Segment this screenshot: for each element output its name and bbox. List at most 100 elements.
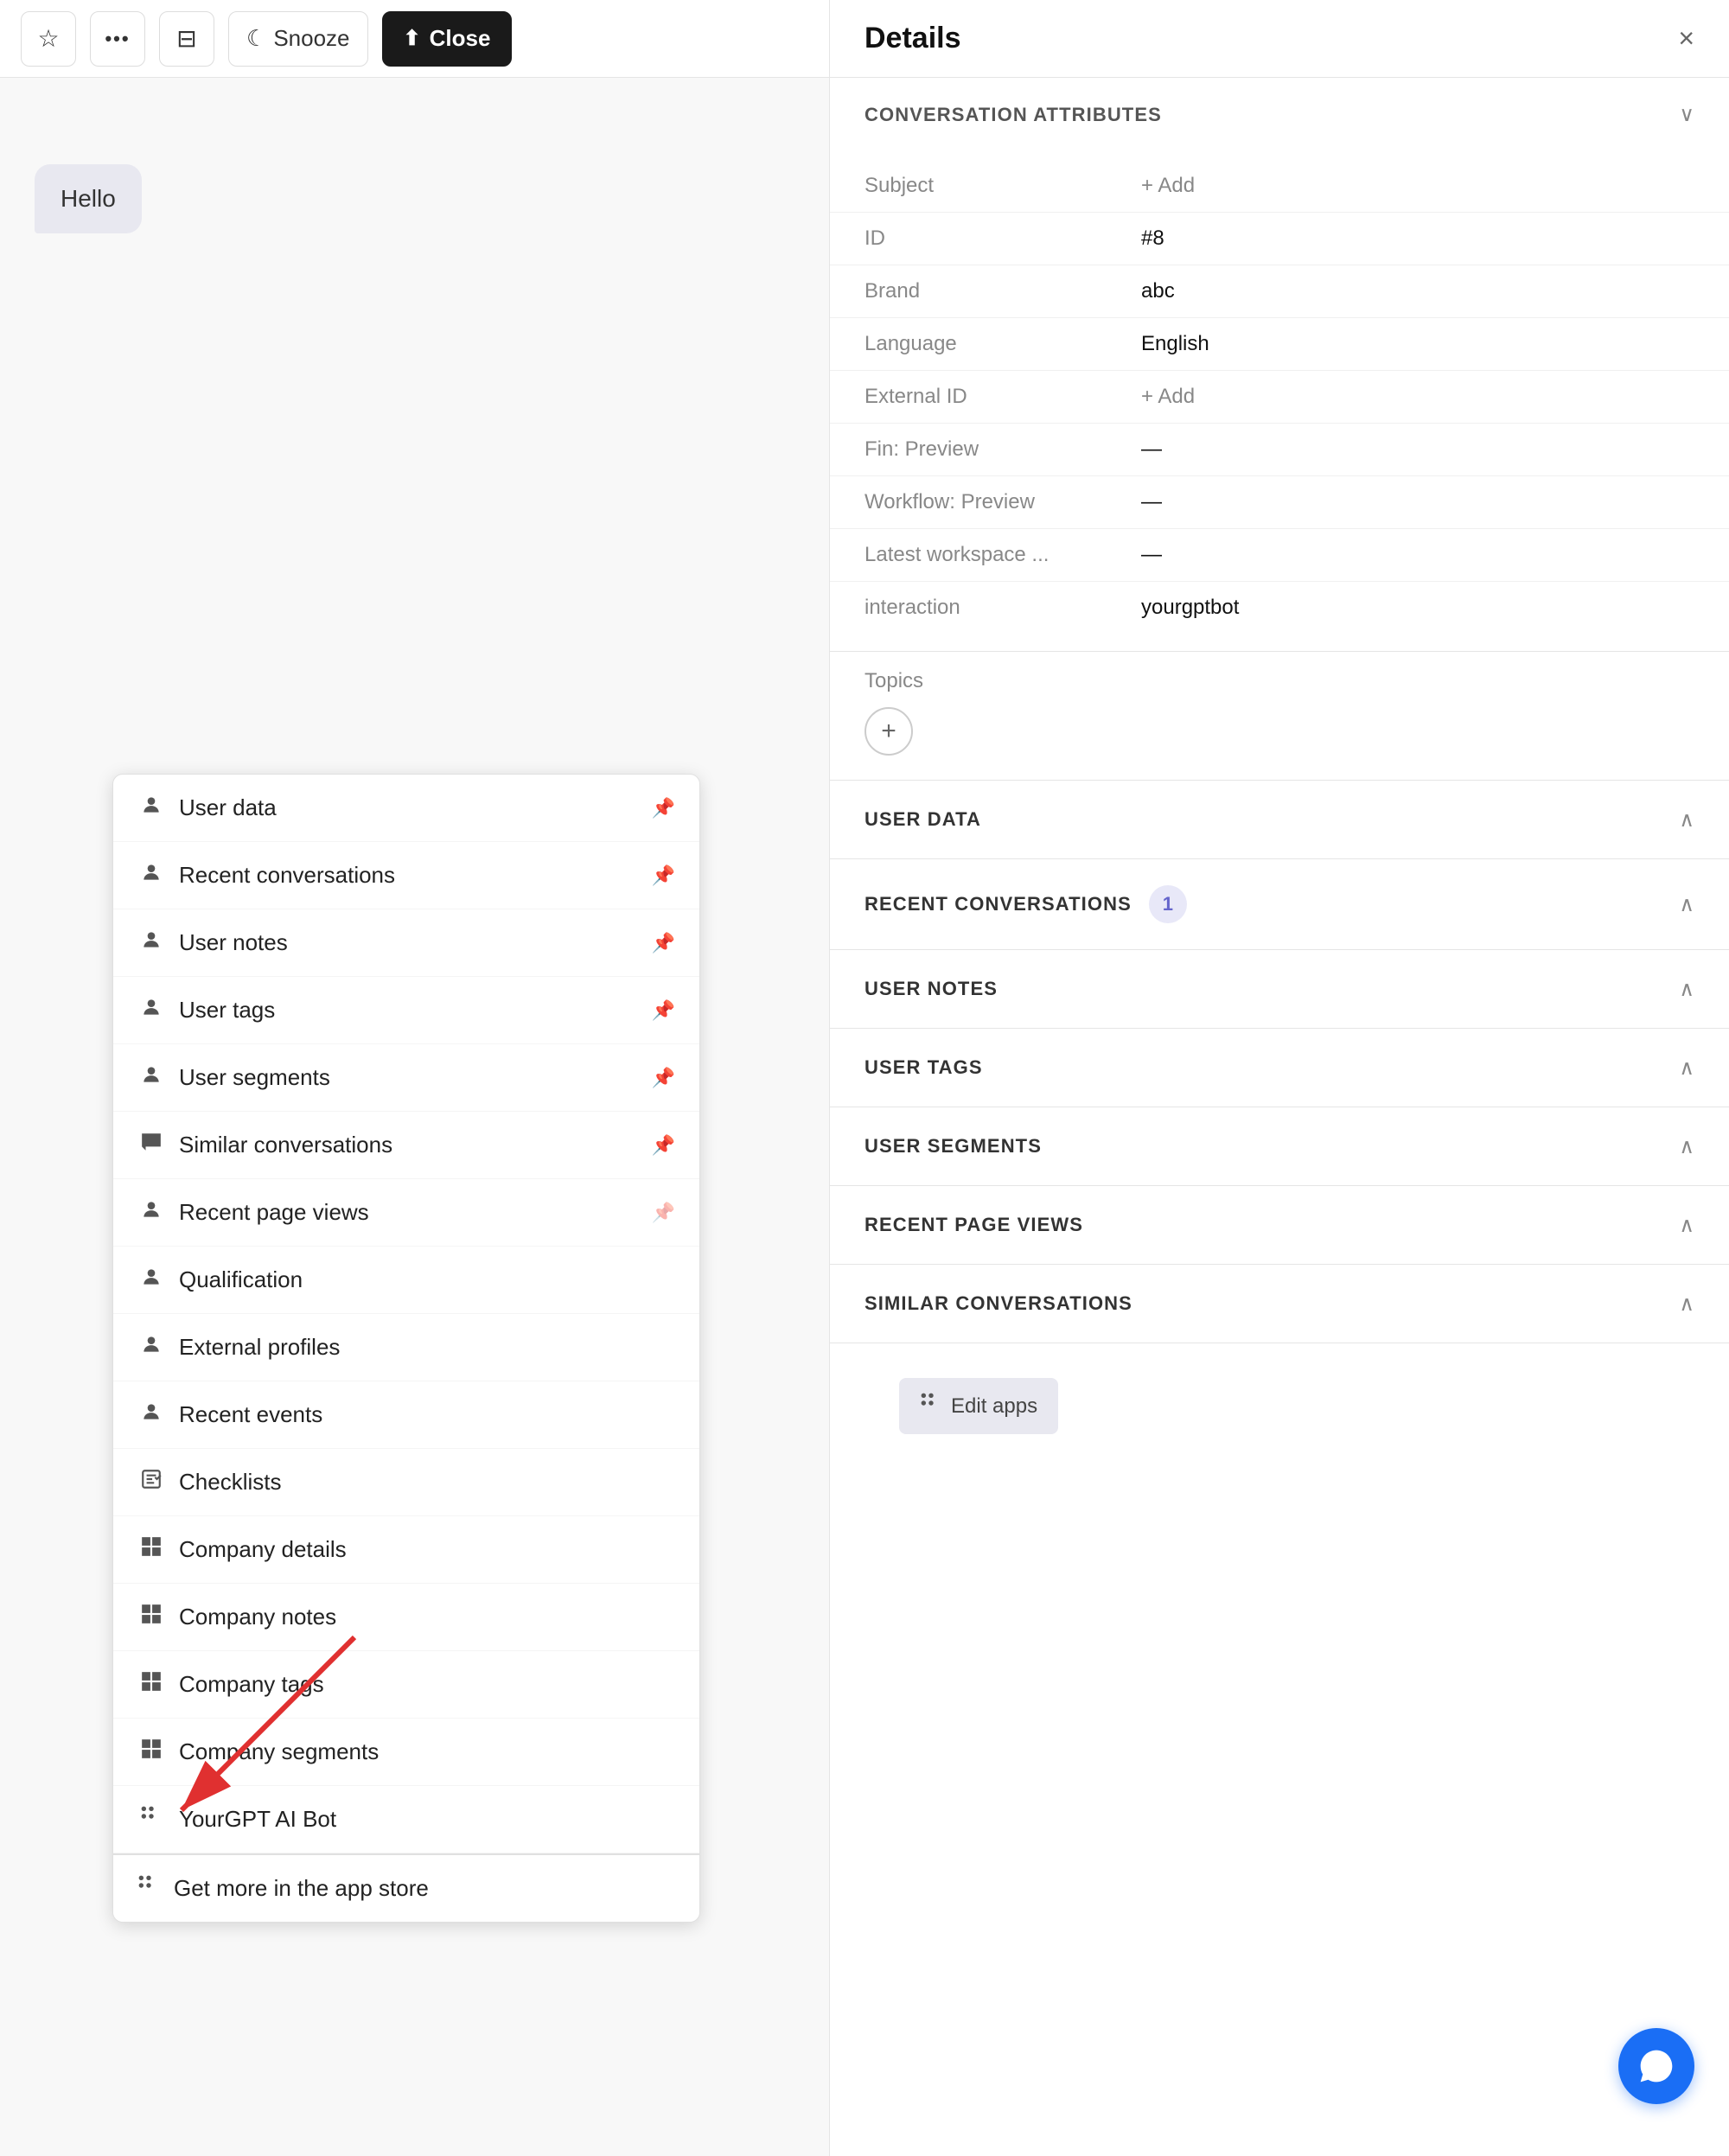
details-title: Details bbox=[864, 22, 961, 55]
close-button[interactable]: ⬆ Close bbox=[382, 11, 513, 67]
person-icon bbox=[137, 794, 165, 822]
attribute-label: Fin: Preview bbox=[864, 437, 1141, 462]
user-segments-header[interactable]: USER SEGMENTS ∧ bbox=[830, 1107, 1729, 1185]
toolbar: ☆ ••• ⊟ ☾ Snooze ⬆ Close bbox=[0, 0, 829, 78]
person-icon bbox=[137, 928, 165, 957]
attribute-label: ID bbox=[864, 226, 1141, 251]
list-item[interactable]: User data 📌 bbox=[113, 775, 699, 842]
chevron-up-icon: ∧ bbox=[1679, 977, 1694, 1002]
person-icon bbox=[137, 996, 165, 1024]
user-notes-header[interactable]: USER NOTES ∧ bbox=[830, 950, 1729, 1028]
chevron-down-icon: ∨ bbox=[1679, 102, 1694, 127]
pin-icon: 📌 bbox=[652, 932, 675, 954]
user-segments-section: USER SEGMENTS ∧ bbox=[830, 1107, 1729, 1186]
list-item[interactable]: Company segments bbox=[113, 1719, 699, 1786]
recent-page-views-header[interactable]: RECENT PAGE VIEWS ∧ bbox=[830, 1186, 1729, 1264]
pin-icon: 📌 bbox=[652, 1202, 675, 1224]
attribute-label: Workflow: Preview bbox=[864, 490, 1141, 514]
pin-icon: 📌 bbox=[652, 864, 675, 887]
chat-text: Hello bbox=[61, 185, 116, 212]
snooze-icon: ☾ bbox=[246, 25, 266, 52]
dots-icon bbox=[137, 1805, 165, 1834]
list-item[interactable]: External profiles bbox=[113, 1314, 699, 1381]
list-item[interactable]: Company notes bbox=[113, 1584, 699, 1651]
similar-conversations-header[interactable]: SIMILAR CONVERSATIONS ∧ bbox=[830, 1265, 1729, 1343]
list-item[interactable]: Checklists bbox=[113, 1449, 699, 1516]
attribute-value: yourgptbot bbox=[1141, 596, 1239, 620]
grid-icon bbox=[137, 1738, 165, 1766]
details-close-button[interactable]: × bbox=[1678, 22, 1694, 54]
list-item[interactable]: Qualification bbox=[113, 1247, 699, 1314]
topics-label: Topics bbox=[864, 669, 1694, 693]
pin-icon: 📌 bbox=[652, 797, 675, 820]
attribute-value[interactable]: + Add bbox=[1141, 174, 1195, 198]
user-tags-header[interactable]: USER TAGS ∧ bbox=[830, 1029, 1729, 1107]
right-panel: Details × CONVERSATION ATTRIBUTES ∨ Subj… bbox=[830, 0, 1729, 2156]
pin-icon: 📌 bbox=[652, 1067, 675, 1089]
list-item-label: User segments bbox=[179, 1064, 330, 1091]
attribute-value: — bbox=[1141, 490, 1162, 514]
list-item[interactable]: Recent events bbox=[113, 1381, 699, 1449]
list-item[interactable]: YourGPT AI Bot bbox=[113, 1786, 699, 1853]
attribute-value[interactable]: + Add bbox=[1141, 385, 1195, 409]
conversation-attributes-title: CONVERSATION ATTRIBUTES bbox=[864, 104, 1162, 126]
recent-conversations-header[interactable]: RECENT CONVERSATIONS 1 ∧ bbox=[830, 859, 1729, 949]
list-item[interactable]: Company details bbox=[113, 1516, 699, 1584]
attribute-row: interaction yourgptbot bbox=[830, 582, 1729, 634]
attribute-row: Brand abc bbox=[830, 265, 1729, 318]
list-item[interactable]: Similar conversations 📌 bbox=[113, 1112, 699, 1179]
list-item-label: Recent conversations bbox=[179, 862, 395, 889]
conversation-attributes-section: CONVERSATION ATTRIBUTES ∨ Subject + Add … bbox=[830, 78, 1729, 652]
user-data-section: USER DATA ∧ bbox=[830, 781, 1729, 859]
attribute-value: #8 bbox=[1141, 226, 1164, 251]
list-item-label: User notes bbox=[179, 929, 288, 956]
similar-conversations-title: SIMILAR CONVERSATIONS bbox=[864, 1292, 1132, 1315]
person-icon bbox=[137, 861, 165, 890]
user-segments-title: USER SEGMENTS bbox=[864, 1135, 1042, 1158]
chevron-up-icon: ∧ bbox=[1679, 1134, 1694, 1159]
grid-icon bbox=[137, 1603, 165, 1631]
list-item-label: Similar conversations bbox=[179, 1132, 392, 1158]
list-item[interactable]: User segments 📌 bbox=[113, 1044, 699, 1112]
conversation-attributes-header[interactable]: CONVERSATION ATTRIBUTES ∨ bbox=[830, 78, 1729, 151]
attribute-label: Subject bbox=[864, 174, 1141, 198]
attributes-list: Subject + Add ID #8 Brand abc Language E… bbox=[830, 151, 1729, 651]
list-item-label: Company segments bbox=[179, 1738, 379, 1765]
person-icon bbox=[137, 1266, 165, 1294]
list-item[interactable]: Recent conversations 📌 bbox=[113, 842, 699, 909]
list-item[interactable]: Recent page views 📌 bbox=[113, 1179, 699, 1247]
recent-page-views-section: RECENT PAGE VIEWS ∧ bbox=[830, 1186, 1729, 1265]
edit-apps-label: Edit apps bbox=[951, 1394, 1037, 1419]
chat-bubble: Hello bbox=[35, 164, 142, 233]
chevron-up-icon: ∧ bbox=[1679, 1292, 1694, 1317]
chat-support-icon bbox=[1637, 2047, 1675, 2085]
details-header: Details × bbox=[830, 0, 1729, 78]
attribute-row: Language English bbox=[830, 318, 1729, 371]
attribute-value: English bbox=[1141, 332, 1209, 356]
star-icon: ☆ bbox=[37, 24, 59, 53]
user-data-header[interactable]: USER DATA ∧ bbox=[830, 781, 1729, 858]
star-button[interactable]: ☆ bbox=[21, 11, 76, 67]
recent-conversations-section: RECENT CONVERSATIONS 1 ∧ bbox=[830, 859, 1729, 950]
app-store-icon bbox=[137, 1874, 160, 1903]
attribute-label: Brand bbox=[864, 279, 1141, 303]
get-more-apps-label: Get more in the app store bbox=[174, 1875, 429, 1902]
dropdown-menu: User data 📌 Recent conversations 📌 bbox=[112, 774, 700, 1923]
topics-add-button[interactable]: + bbox=[864, 707, 913, 756]
inbox-button[interactable]: ⊟ bbox=[159, 11, 214, 67]
list-item[interactable]: User notes 📌 bbox=[113, 909, 699, 977]
get-more-apps-button[interactable]: Get more in the app store bbox=[113, 1853, 699, 1922]
list-item[interactable]: User tags 📌 bbox=[113, 977, 699, 1044]
list-item-label: YourGPT AI Bot bbox=[179, 1806, 336, 1833]
user-notes-title: USER NOTES bbox=[864, 978, 998, 1000]
more-button[interactable]: ••• bbox=[90, 11, 145, 67]
chat-support-button[interactable] bbox=[1618, 2028, 1694, 2104]
pin-icon: 📌 bbox=[652, 1134, 675, 1157]
attribute-label: interaction bbox=[864, 596, 1141, 620]
list-item[interactable]: Company tags bbox=[113, 1651, 699, 1719]
snooze-button[interactable]: ☾ Snooze bbox=[228, 11, 368, 67]
left-panel: ☆ ••• ⊟ ☾ Snooze ⬆ Close Hello bbox=[0, 0, 830, 2156]
attribute-value: — bbox=[1141, 437, 1162, 462]
edit-apps-button[interactable]: Edit apps bbox=[899, 1378, 1058, 1434]
attribute-row: Latest workspace ... — bbox=[830, 529, 1729, 582]
